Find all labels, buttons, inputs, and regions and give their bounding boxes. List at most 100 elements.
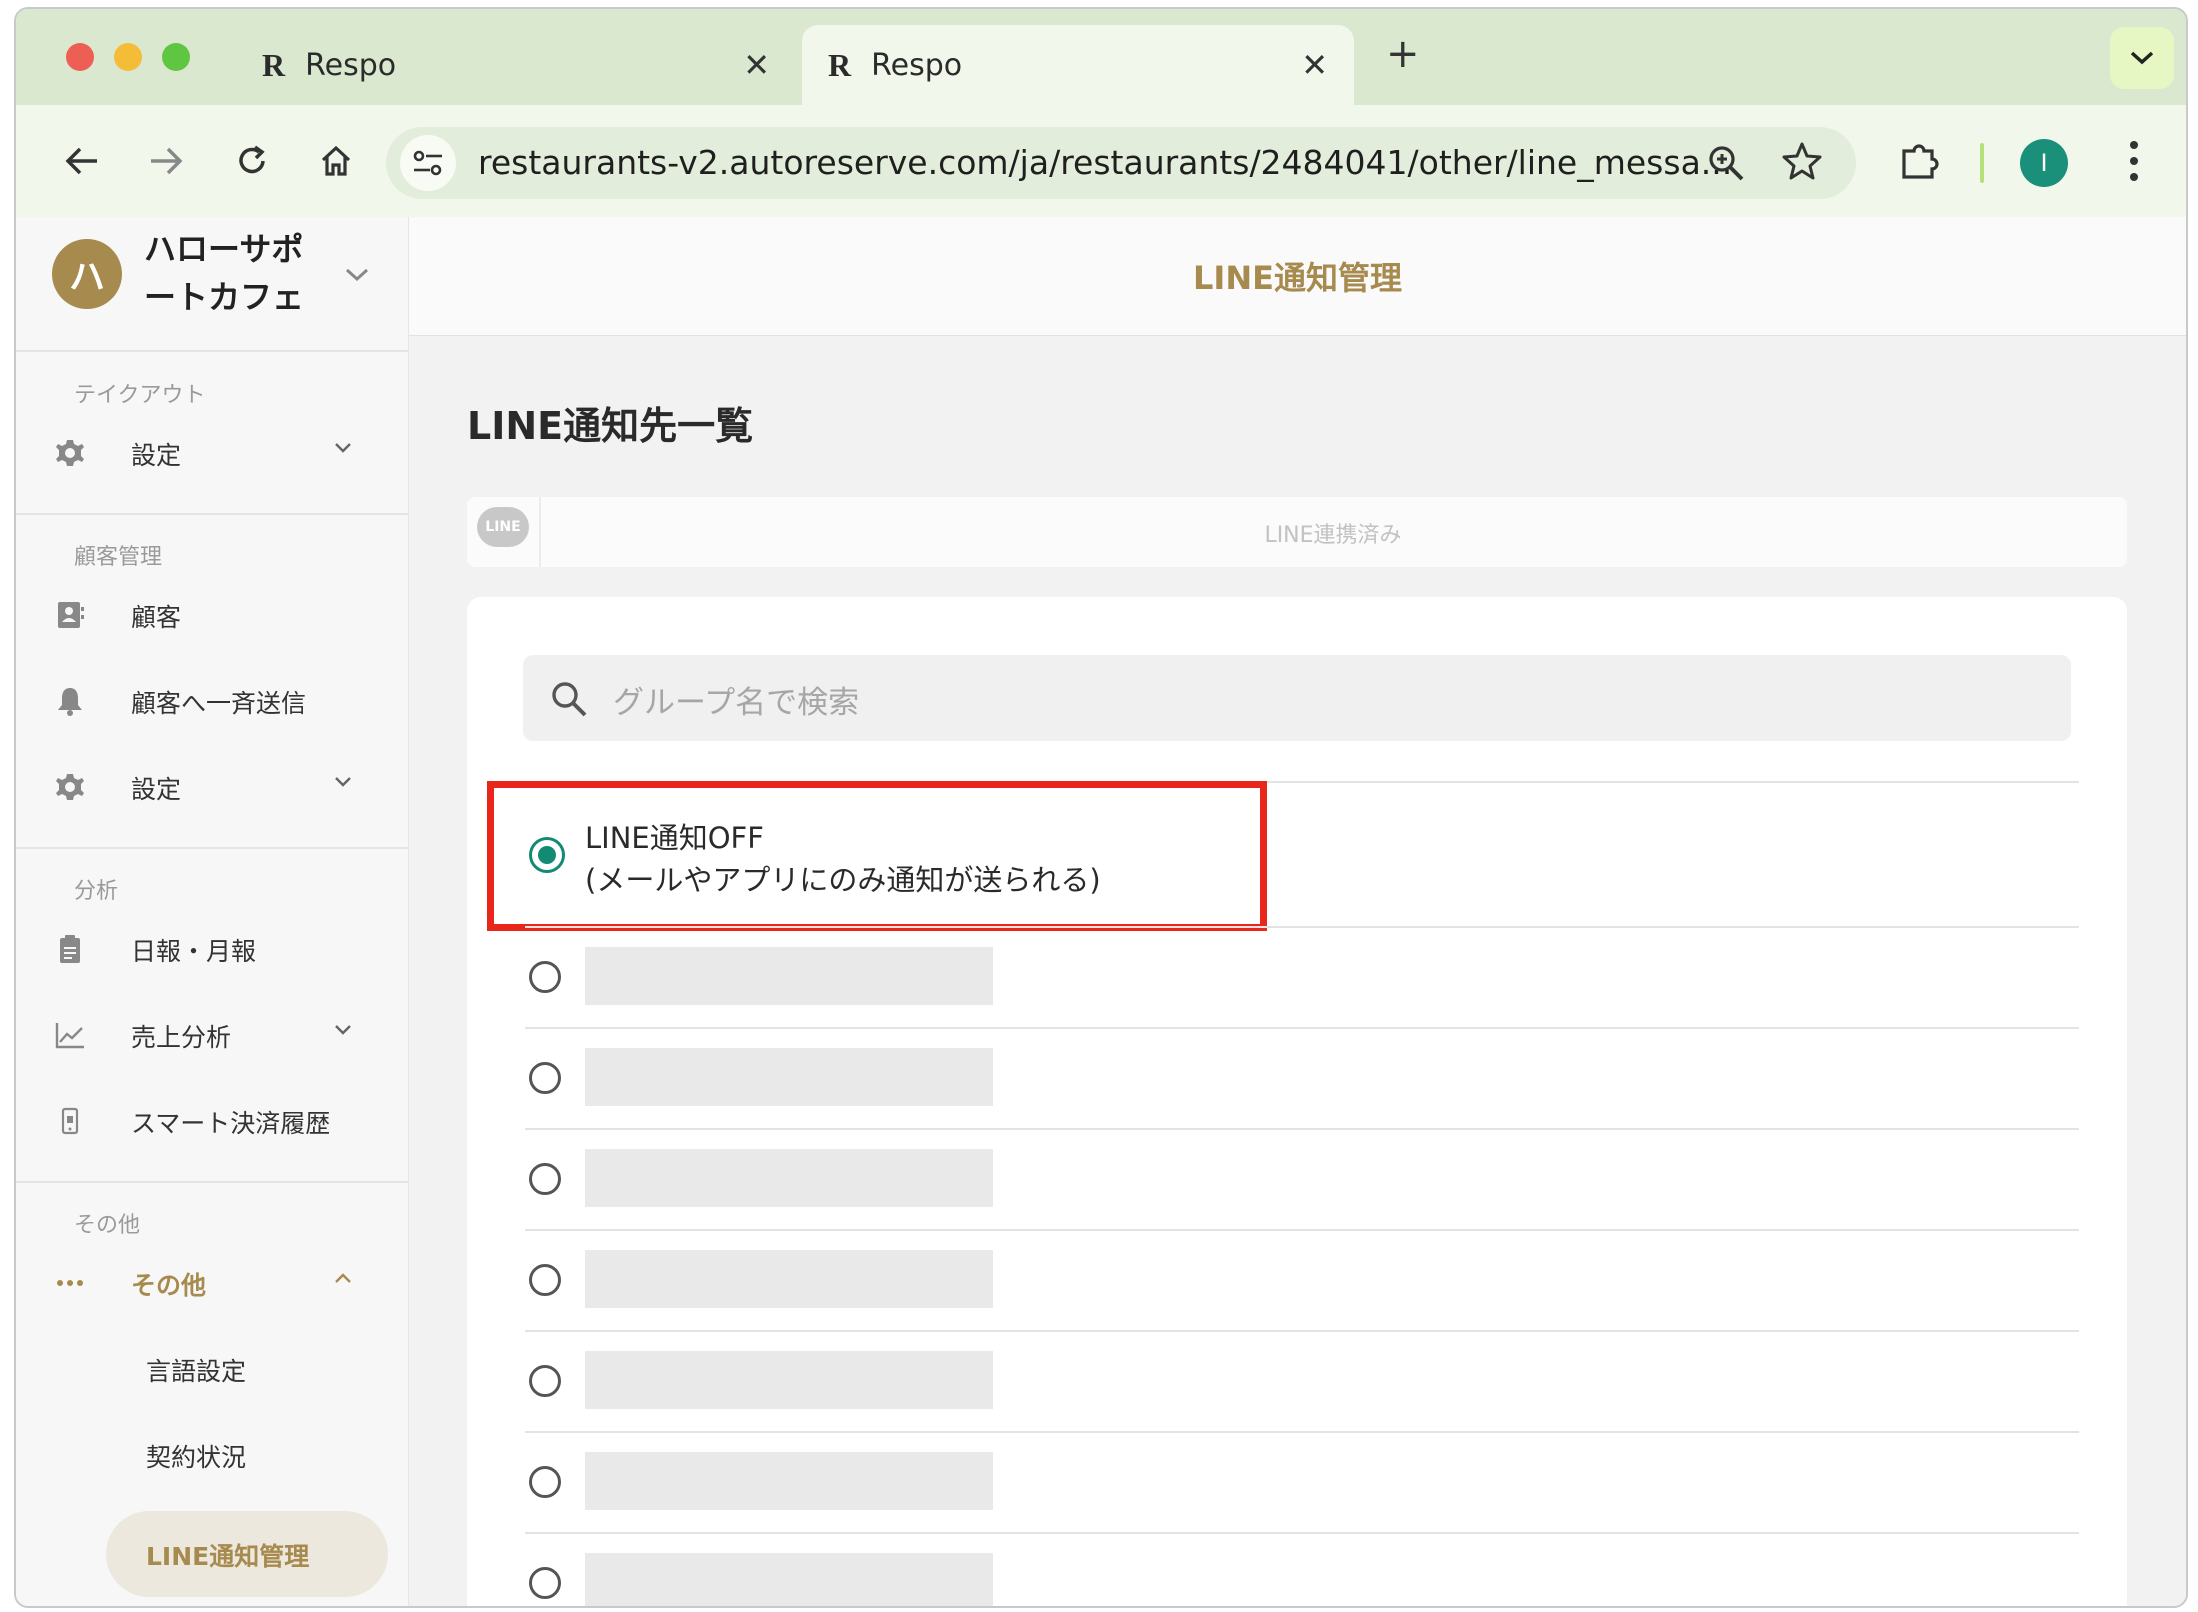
page-header: LINE通知管理: [409, 217, 2186, 336]
sidebar-item-label: 設定: [131, 775, 182, 804]
gear-icon: [56, 774, 84, 800]
radio-unselected[interactable]: [529, 1062, 561, 1094]
sidebar-item-takeout-settings[interactable]: 設定: [16, 423, 408, 483]
page-title: LINE通知管理: [1193, 259, 1402, 297]
back-button[interactable]: [54, 133, 110, 189]
reload-button[interactable]: [224, 133, 280, 189]
list-item[interactable]: [467, 1028, 2127, 1128]
address-bar[interactable]: restaurants-v2.autoreserve.com/ja/restau…: [386, 127, 1856, 199]
placeholder-bar: [585, 1250, 993, 1308]
chevron-up-icon: [335, 1273, 351, 1283]
line-icon-box: LINE: [467, 497, 541, 567]
maximize-window-button[interactable]: [162, 43, 190, 71]
tune-icon: [413, 150, 442, 176]
tab-close-icon[interactable]: ✕: [1301, 46, 1328, 84]
home-icon: [321, 145, 351, 176]
radio-unselected[interactable]: [529, 961, 561, 993]
sidebar-item-language-settings[interactable]: 言語設定: [16, 1339, 408, 1399]
gear-icon: [56, 440, 84, 466]
puzzle-icon: [1902, 144, 1939, 179]
browser-window: R Respo ✕ R Respo ✕ + restaurants-v2.aut…: [14, 7, 2188, 1608]
sidebar-item-sales-analysis[interactable]: 売上分析: [16, 1005, 408, 1065]
profile-avatar[interactable]: I: [2020, 139, 2068, 187]
clipboard-icon: [60, 935, 80, 963]
respo-logo-icon: R: [262, 46, 285, 83]
bookmark-button[interactable]: [1782, 141, 1822, 185]
toolbar-divider: [1980, 143, 1984, 183]
list-item[interactable]: [467, 1432, 2127, 1532]
chevron-down-icon: [335, 443, 351, 453]
line-status-bar: LINE LINE連携済み: [467, 497, 2127, 567]
browser-menu-button[interactable]: [2126, 135, 2142, 191]
more-dots-icon: [57, 1280, 83, 1286]
sidebar-item-contract-status[interactable]: 契約状況: [16, 1425, 408, 1485]
tab-title: Respo: [871, 47, 963, 83]
section-title-other: その他: [74, 1213, 141, 1238]
divider: [16, 1181, 408, 1183]
list-item[interactable]: [467, 1331, 2127, 1431]
home-button[interactable]: [308, 133, 364, 189]
browser-tab-1[interactable]: R Respo ✕: [236, 25, 796, 105]
zoom-button[interactable]: [1706, 143, 1746, 187]
sidebar-item-smart-payment-history[interactable]: スマート決済履歴: [16, 1091, 408, 1151]
sidebar-item-reports[interactable]: 日報・月報: [16, 919, 408, 979]
section-heading: LINE通知先一覧: [467, 404, 754, 448]
tab-search-button[interactable]: [2110, 27, 2174, 89]
radio-unselected[interactable]: [529, 1567, 561, 1599]
main-content: LINE通知管理 LINE通知先一覧 LINE LINE連携済み グループ名で検…: [409, 217, 2186, 1606]
extensions-button[interactable]: [1898, 139, 1942, 187]
sidebar-item-label: 顧客: [131, 603, 182, 632]
arrow-right-icon: [151, 147, 183, 175]
minimize-window-button[interactable]: [114, 43, 142, 71]
divider: [16, 513, 408, 515]
sidebar-item-customers[interactable]: 顧客: [16, 585, 408, 645]
radio-unselected[interactable]: [529, 1365, 561, 1397]
bell-icon: [58, 688, 82, 716]
star-icon: [1782, 142, 1822, 180]
sidebar-item-label: その他: [131, 1271, 207, 1300]
line-status-text: LINE連携済み: [1264, 523, 1402, 548]
sidebar-item-broadcast[interactable]: 顧客へ一斉送信: [16, 671, 408, 731]
new-tab-button[interactable]: +: [1386, 31, 1420, 77]
radio-unselected[interactable]: [529, 1163, 561, 1195]
list-item[interactable]: [467, 1533, 2127, 1606]
section-title-takeout: テイクアウト: [74, 383, 206, 408]
site-info-button[interactable]: [400, 135, 456, 191]
more-vertical-icon: [2130, 141, 2138, 181]
radio-unselected[interactable]: [529, 1264, 561, 1296]
browser-tab-2[interactable]: R Respo ✕: [802, 25, 1354, 105]
sidebar-item-customer-settings[interactable]: 設定: [16, 757, 408, 817]
sidebar-item-other[interactable]: その他: [16, 1253, 408, 1313]
tab-title: Respo: [305, 47, 397, 83]
sidebar-item-line-notification[interactable]: LINE通知管理: [106, 1511, 388, 1597]
close-window-button[interactable]: [66, 43, 94, 71]
tab-close-icon[interactable]: ✕: [743, 46, 770, 84]
chevron-down-icon: [335, 777, 351, 787]
placeholder-bar: [585, 1351, 993, 1409]
section-title-customers: 顧客管理: [74, 545, 163, 570]
highlight-box: [487, 781, 1267, 931]
placeholder-bar: [585, 1048, 993, 1106]
avatar-initial: ハ: [68, 257, 105, 298]
account-switcher[interactable]: ハ ハローサポートカフェ: [16, 217, 408, 335]
placeholder-bar: [585, 947, 993, 1005]
radio-unselected[interactable]: [529, 1466, 561, 1498]
sidebar-item-label: LINE通知管理: [146, 1542, 310, 1571]
avatar: ハ: [52, 239, 122, 309]
search-icon: [552, 682, 587, 717]
list-item[interactable]: [467, 927, 2127, 1027]
placeholder-bar: [585, 1452, 993, 1510]
section-title-analytics: 分析: [74, 879, 119, 904]
account-name: ハローサポートカフェ: [144, 230, 305, 316]
list-item[interactable]: [467, 1230, 2127, 1330]
placeholder-bar: [585, 1553, 993, 1606]
chevron-down-icon: [2130, 51, 2154, 65]
search-field[interactable]: グループ名で検索: [523, 655, 2071, 741]
forward-button[interactable]: [138, 133, 194, 189]
line-logo-text: LINE: [485, 519, 521, 535]
sidebar-item-label: スマート決済履歴: [131, 1109, 331, 1138]
sidebar-item-label: 顧客へ一斉送信: [131, 689, 307, 718]
divider: [16, 847, 408, 849]
sidebar-item-label: 売上分析: [131, 1023, 232, 1052]
list-item[interactable]: [467, 1129, 2127, 1229]
